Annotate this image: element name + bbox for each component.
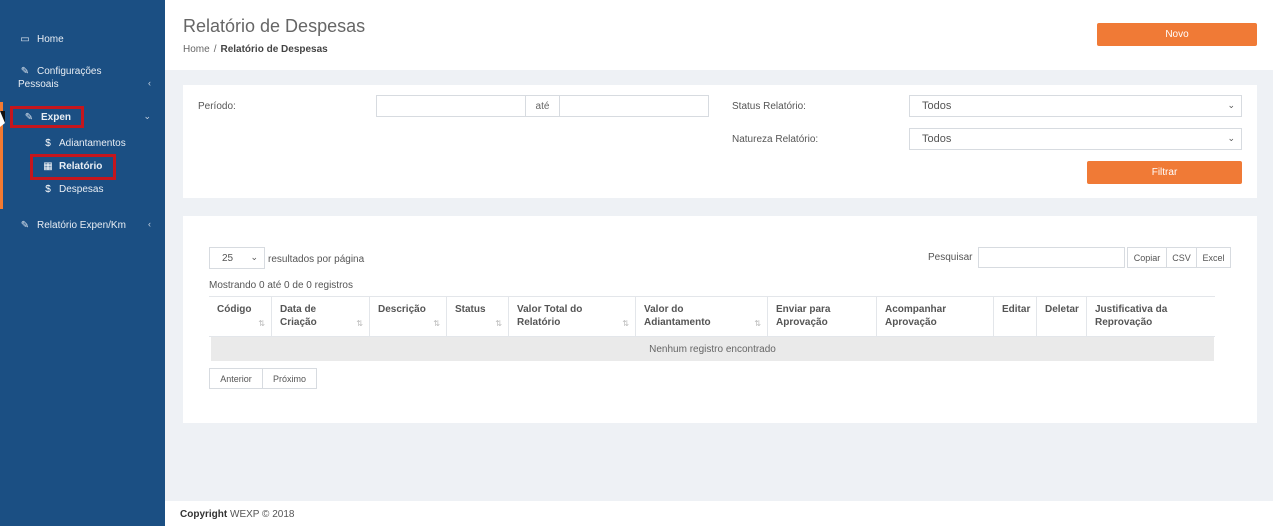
highlight-box-expen [10,106,84,128]
footer: Copyright WEXP © 2018 [165,501,1273,526]
chevron-left-icon: ‹ [148,219,151,229]
sidebar-item-configuracoes[interactable]: ✎ Configurações Pessoais ‹ [0,65,165,91]
chevron-down-icon: ⌄ [1227,133,1235,143]
search-input[interactable] [978,247,1125,268]
column-header-valor-total[interactable]: Valor Total do Relatório ⇅ [509,297,636,336]
sort-icon: ⇅ [258,319,265,328]
column-header-codigo[interactable]: Código ⇅ [209,297,272,336]
column-header-status[interactable]: Status ⇅ [447,297,509,336]
sort-icon: ⇅ [356,319,363,328]
period-to-input[interactable] [559,95,709,117]
previous-page-button[interactable]: Anterior [209,368,263,389]
edit-icon: ✎ [20,220,30,231]
edit-icon: ✎ [20,66,30,77]
sidebar-subitem-adiantamentos[interactable]: $ Adiantamentos [42,138,126,149]
column-header-valor-adiantamento[interactable]: Valor do Adiantamento ⇅ [636,297,768,336]
nature-select[interactable]: Todos ⌄ [909,128,1242,150]
column-header-editar: Editar [994,297,1037,336]
column-header-descricao[interactable]: Descrição ⇅ [370,297,447,336]
chevron-down-icon: ⌄ [143,111,151,121]
column-header-justificativa: Justificativa da Reprovação [1095,304,1168,328]
excel-button[interactable]: Excel [1196,247,1231,268]
sidebar: ▭ Home ✎ Configurações Pessoais ‹ ✎ Expen… [0,0,165,526]
sort-icon: ⇅ [622,319,629,328]
chevron-down-icon: ⌄ [1227,100,1235,110]
footer-brand: Copyright [180,509,228,520]
period-separator: até [525,95,560,117]
dollar-icon: $ [45,138,51,149]
column-header-data-criacao[interactable]: Data de Criação ⇅ [272,297,370,336]
dollar-icon: $ [45,184,51,195]
sidebar-item-home[interactable]: ▭ Home [0,33,165,46]
csv-button[interactable]: CSV [1166,247,1197,268]
page-size-select[interactable]: 25 ⌄ [209,247,265,269]
status-label: Status Relatório: [732,101,806,112]
breadcrumb: Home / Relatório de Despesas [183,44,328,55]
next-page-button[interactable]: Próximo [262,368,317,389]
copy-button[interactable]: Copiar [1127,247,1167,268]
filter-button[interactable]: Filtrar [1087,161,1242,184]
sidebar-item-label: Relatório Expen/Km [37,220,126,231]
footer-text: WEXP © 2018 [230,509,295,520]
mouse-cursor-icon [0,111,5,127]
column-header-enviar-aprovacao: Enviar para Aprovação [768,297,877,336]
sort-icon: ⇅ [754,319,761,328]
sidebar-subitem-label: Adiantamentos [59,138,126,149]
period-label: Período: [198,101,236,112]
sidebar-subitem-despesas[interactable]: $ Despesas [42,184,103,195]
sidebar-item-label: Home [37,34,64,45]
page-size-value: 25 [222,252,234,264]
page-title: Relatório de Despesas [183,16,366,36]
sidebar-subitem-label: Despesas [59,184,104,195]
search-label: Pesquisar [928,252,973,263]
chevron-left-icon: ‹ [148,78,151,88]
breadcrumb-current: Relatório de Despesas [220,44,328,55]
sort-icon: ⇅ [495,319,502,328]
nature-label: Natureza Relatório: [732,134,819,145]
table-top-border [209,296,1215,297]
sidebar-item-relatorio-expen-km[interactable]: ✎ Relatório Expen/Km ‹ [0,219,165,232]
status-select[interactable]: Todos ⌄ [909,95,1242,117]
highlight-box-relatorio [30,154,116,180]
status-select-value: Todos [922,100,952,112]
nature-select-value: Todos [922,133,952,145]
table-info: Mostrando 0 até 0 de 0 registros [209,280,353,291]
breadcrumb-home[interactable]: Home [183,44,210,55]
chevron-down-icon: ⌄ [250,252,258,262]
new-button[interactable]: Novo [1097,23,1257,46]
table-empty-row: Nenhum registro encontrado [211,337,1214,361]
column-header-deletar: Deletar [1037,297,1087,336]
column-header-acompanhar-aprovacao: Acompanhar Aprovação [877,297,994,336]
sort-icon: ⇅ [433,319,440,328]
monitor-icon: ▭ [20,34,30,45]
period-from-input[interactable] [376,95,526,117]
page-size-suffix: resultados por página [268,254,365,265]
breadcrumb-separator: / [213,44,217,55]
